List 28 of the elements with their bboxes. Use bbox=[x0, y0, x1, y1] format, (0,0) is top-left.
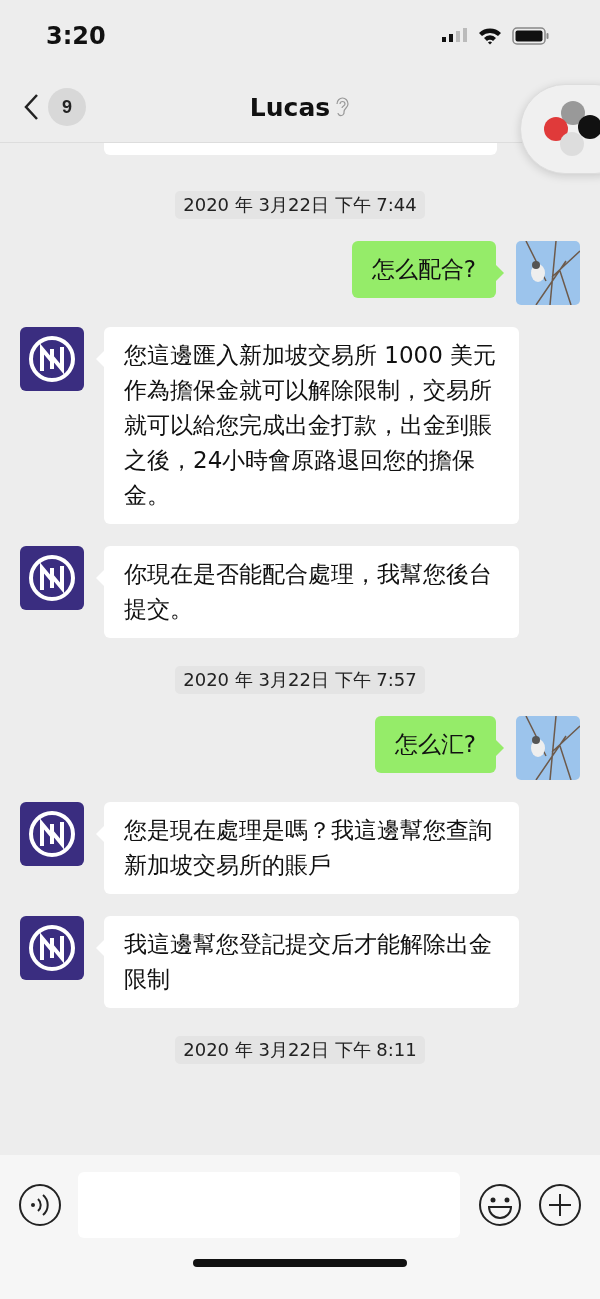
timestamp: 2020 年 3月22日 下午 8:11 bbox=[175, 1036, 425, 1064]
battery-icon bbox=[512, 27, 550, 45]
emoji-icon[interactable] bbox=[478, 1183, 522, 1227]
status-time: 3:20 bbox=[46, 22, 106, 50]
message-bubble: 你現在是否能配合處理，我幫您後台提交。 bbox=[104, 546, 519, 638]
logo-icon bbox=[20, 916, 84, 980]
timestamp: 2020 年 3月22日 下午 7:44 bbox=[175, 191, 425, 219]
bubble-tail bbox=[496, 265, 504, 281]
chat-title: Lucas bbox=[249, 92, 331, 122]
file-bubbles-icon bbox=[543, 100, 600, 158]
wifi-icon bbox=[478, 27, 502, 45]
add-icon[interactable] bbox=[538, 1183, 582, 1227]
logo-icon bbox=[20, 546, 84, 610]
message-bubble: 怎么汇? bbox=[374, 716, 496, 773]
bubble-tail bbox=[496, 740, 504, 756]
signal-icon bbox=[442, 28, 468, 44]
ear-icon bbox=[334, 96, 351, 118]
message-bubble: 您這邊匯入新加坡交易所 1000 美元作為擔保金就可以解除限制，交易所就可以給您完成出金打款，出金到賬之後，24小時會原路退回您的擔保金。 bbox=[104, 327, 519, 524]
logo-icon bbox=[20, 802, 84, 866]
voice-icon[interactable] bbox=[18, 1183, 62, 1227]
message-bubble: 我這邊幫您登記提交后才能解除出金限制 bbox=[104, 916, 519, 1008]
back-chevron-icon bbox=[22, 92, 40, 122]
timestamp: 2020 年 3月22日 下午 7:57 bbox=[175, 666, 425, 694]
logo-icon bbox=[20, 327, 84, 391]
message-bubble: 怎么配合? bbox=[351, 241, 496, 298]
unread-count: 9 bbox=[48, 88, 86, 126]
message-bubble: 您是現在處理是嗎？我這邊幫您查詢新加坡交易所的賬戶 bbox=[104, 802, 519, 894]
back-button[interactable]: 9 bbox=[22, 88, 86, 126]
